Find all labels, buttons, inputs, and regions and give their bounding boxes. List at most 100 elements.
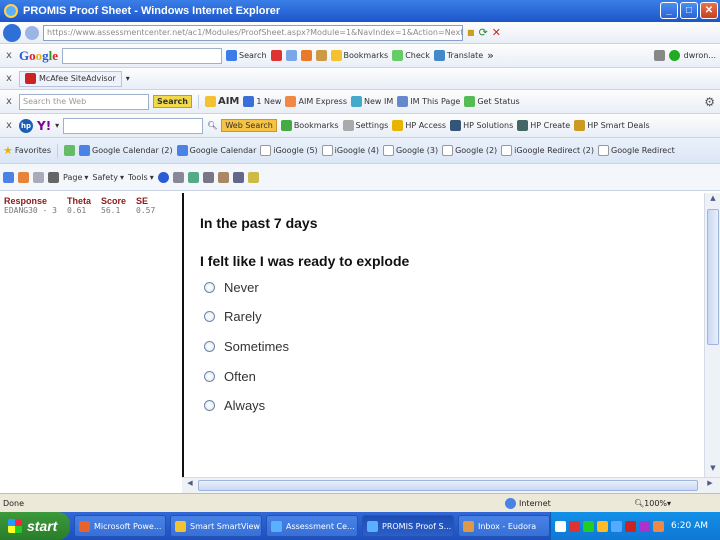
radio-button[interactable] (204, 400, 215, 411)
print-icon[interactable] (48, 171, 59, 183)
option-often[interactable]: Often (204, 369, 256, 384)
blog-icon[interactable] (232, 171, 244, 183)
network-tray-icon[interactable] (583, 520, 594, 532)
stop-icon[interactable]: ✕ (492, 26, 501, 39)
option-always[interactable]: Always (204, 398, 265, 413)
page-menu[interactable]: Page ▾ (63, 173, 88, 182)
note-icon[interactable] (217, 171, 229, 183)
scroll-down-icon[interactable]: ▼ (707, 464, 719, 476)
scroll-thumb[interactable] (707, 209, 719, 345)
volume-tray-icon[interactable] (597, 520, 608, 532)
help-icon[interactable] (157, 171, 169, 183)
scroll-right-icon[interactable]: ▶ (704, 479, 716, 491)
dropdown-arrow-icon[interactable]: ▾ (667, 499, 671, 508)
favorite-link[interactable]: Google (3) (382, 145, 438, 156)
mcafee-tray-icon[interactable] (569, 520, 580, 532)
update-tray-icon[interactable] (653, 520, 664, 532)
gear-icon[interactable]: ⚙ (704, 95, 720, 109)
google-icon[interactable] (300, 50, 312, 61)
google-search-input[interactable] (62, 47, 223, 64)
aim-search-button[interactable]: Search (153, 95, 192, 108)
scroll-up-icon[interactable]: ▲ (707, 194, 719, 206)
yahoo-search-input[interactable] (63, 117, 204, 134)
google-search-button[interactable]: Search (226, 50, 267, 61)
settings-button[interactable]: Settings (342, 120, 388, 131)
hp-logo[interactable]: hp (19, 118, 33, 133)
refresh-icon[interactable]: ⟳ (479, 26, 488, 39)
read-mail-icon[interactable] (33, 171, 44, 183)
dropdown-arrow-icon[interactable]: ▾ (55, 121, 59, 130)
clock[interactable]: 6:20 AM (671, 521, 708, 531)
close-toolbar-icon[interactable]: x (3, 73, 15, 84)
taskbar-item[interactable]: Microsoft Powe... (74, 515, 166, 537)
favorite-link[interactable]: Google Calendar (2) (79, 145, 173, 156)
url-input[interactable]: https://www.assessmentcenter.net/ac1/Mod… (43, 24, 463, 41)
favorites-button[interactable]: ★ Favorites (3, 144, 51, 157)
yahoo-logo[interactable]: Y! (37, 119, 51, 133)
option-never[interactable]: Never (204, 280, 259, 295)
help-tray-icon[interactable] (555, 520, 566, 532)
hp-access-button[interactable]: HP Access (392, 120, 446, 131)
mcafee-siteadvisor-button[interactable]: McAfee SiteAdvisor (19, 70, 122, 87)
gmail-icon[interactable] (270, 50, 282, 61)
zoom-level[interactable]: 100% (644, 499, 667, 508)
taskbar-item[interactable]: Smart SmartView (170, 515, 262, 537)
close-toolbar-icon[interactable]: x (3, 96, 15, 107)
tools-menu[interactable]: Tools ▾ (128, 173, 154, 182)
favorite-link[interactable]: Google (2) (442, 145, 497, 156)
favorite-link[interactable]: Google Redirect (598, 145, 675, 156)
gmail-tray-icon[interactable] (625, 520, 636, 532)
hp-create-button[interactable]: HP Create (517, 120, 570, 131)
scroll-thumb[interactable] (198, 480, 698, 491)
tools-icon[interactable] (202, 171, 214, 183)
hp-solutions-button[interactable]: HP Solutions (450, 120, 513, 131)
taskbar-item-active[interactable]: PROMIS Proof S... (362, 515, 454, 537)
aim-search-input[interactable]: Search the Web (19, 93, 149, 110)
close-toolbar-icon[interactable]: x (3, 50, 15, 61)
sidewiki-icon[interactable] (285, 50, 297, 61)
im-this-page-button[interactable]: IM This Page (397, 96, 460, 107)
display-tray-icon[interactable] (611, 520, 622, 532)
favorite-link[interactable]: iGoogle (5) (260, 145, 318, 156)
aim-new-button[interactable]: 1 New (243, 96, 281, 107)
messenger-icon[interactable] (187, 171, 199, 183)
radio-button[interactable] (204, 282, 215, 293)
share-icon[interactable] (315, 50, 327, 61)
feeds-icon[interactable] (18, 171, 29, 183)
radio-button[interactable] (204, 311, 215, 322)
vertical-scrollbar[interactable]: ▲ ▼ (704, 193, 720, 477)
forward-button[interactable] (25, 25, 39, 40)
favorite-link[interactable]: iGoogle (4) (321, 145, 379, 156)
back-button[interactable] (3, 23, 21, 42)
more-chevron-icon[interactable]: » (487, 49, 494, 62)
research-icon[interactable] (172, 171, 184, 183)
option-rarely[interactable]: Rarely (204, 309, 262, 324)
zoom-icon[interactable]: 🔍︎ (634, 499, 644, 508)
dropdown-arrow-icon[interactable]: ▾ (126, 74, 130, 83)
get-status-button[interactable]: Get Status (464, 96, 520, 107)
aim-button[interactable]: AIM (204, 96, 239, 107)
scroll-left-icon[interactable]: ◀ (184, 479, 196, 491)
taskbar-item[interactable]: Assessment Ce... (266, 515, 358, 537)
close-button[interactable]: ✕ (700, 2, 718, 19)
search-icon[interactable]: 🔍︎ (207, 121, 217, 130)
aim-express-button[interactable]: AIM Express (285, 96, 347, 107)
translate-button[interactable]: Translate (433, 50, 483, 61)
google-user[interactable]: dwron... (684, 51, 720, 60)
new-im-button[interactable]: New IM (351, 96, 393, 107)
favorite-link[interactable]: iGoogle Redirect (2) (501, 145, 594, 156)
hp-smart-deals-button[interactable]: HP Smart Deals (574, 120, 650, 131)
option-sometimes[interactable]: Sometimes (204, 339, 289, 354)
start-button[interactable]: start (0, 512, 70, 540)
radio-button[interactable] (204, 371, 215, 382)
radio-button[interactable] (204, 341, 215, 352)
home-icon[interactable] (3, 171, 14, 183)
maximize-button[interactable]: □ (680, 2, 698, 19)
spell-check-button[interactable]: Check (392, 50, 430, 61)
web-search-button[interactable]: Web Search (221, 119, 277, 132)
close-toolbar-icon[interactable]: x (3, 120, 15, 131)
add-favorite-icon[interactable] (64, 145, 76, 156)
messenger-tray-icon[interactable] (639, 520, 650, 532)
onenote-icon[interactable] (247, 171, 259, 183)
wrench-icon[interactable] (653, 50, 665, 61)
